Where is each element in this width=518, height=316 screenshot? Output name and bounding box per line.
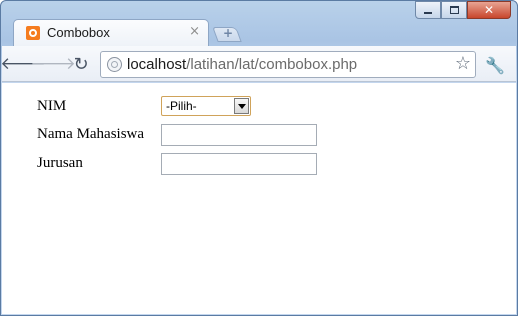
jurusan-row: Jurusan bbox=[37, 153, 337, 175]
forward-arrow-icon: 🡒 bbox=[30, 54, 76, 74]
tab-close-icon[interactable]: × bbox=[189, 24, 200, 40]
reload-button[interactable]: ↻ bbox=[70, 53, 92, 75]
close-icon: ✕ bbox=[483, 3, 495, 17]
nim-select-value: -Pilih- bbox=[166, 99, 197, 113]
minimize-icon bbox=[424, 12, 432, 14]
nim-select[interactable]: -Pilih- bbox=[161, 96, 251, 116]
window-controls: ✕ bbox=[415, 1, 511, 21]
plus-icon: + bbox=[222, 26, 234, 40]
browser-window: Combobox × + ✕ 🡐 🡒 ↻ localhost/latihan/l… bbox=[0, 0, 518, 316]
close-window-button[interactable]: ✕ bbox=[467, 1, 511, 19]
tab-combobox[interactable]: Combobox × bbox=[13, 19, 209, 47]
xampp-favicon-icon bbox=[26, 26, 40, 40]
dropdown-button[interactable] bbox=[234, 98, 249, 114]
minimize-button[interactable] bbox=[415, 1, 441, 19]
jurusan-label: Jurusan bbox=[37, 155, 83, 171]
tab-title: Combobox bbox=[47, 25, 110, 40]
address-bar[interactable]: localhost/latihan/lat/combobox.php ☆ bbox=[100, 51, 476, 78]
nama-input[interactable] bbox=[161, 124, 317, 146]
reload-icon: ↻ bbox=[73, 53, 89, 75]
wrench-icon: 🔧 bbox=[485, 55, 505, 75]
nama-row: Nama Mahasiswa bbox=[37, 124, 337, 146]
title-bar: Combobox × + ✕ bbox=[1, 1, 517, 47]
nim-row: NIM -Pilih- bbox=[37, 96, 337, 118]
browser-toolbar: 🡐 🡒 ↻ localhost/latihan/lat/combobox.php… bbox=[0, 46, 516, 82]
star-icon[interactable]: ☆ bbox=[455, 54, 471, 74]
url-text[interactable]: localhost/latihan/lat/combobox.php bbox=[127, 56, 357, 73]
nama-label: Nama Mahasiswa bbox=[37, 126, 145, 142]
url-host: localhost bbox=[127, 56, 187, 73]
wrench-menu-button[interactable]: 🔧 bbox=[484, 54, 506, 76]
page-content: NIM -Pilih- Nama Mahasiswa Jurusan bbox=[2, 83, 516, 314]
nim-label: NIM bbox=[37, 98, 67, 114]
forward-button[interactable]: 🡒 bbox=[30, 53, 76, 75]
maximize-button[interactable] bbox=[441, 1, 467, 19]
url-path: /latihan/lat/combobox.php bbox=[186, 56, 358, 73]
page-icon bbox=[107, 57, 122, 72]
maximize-icon bbox=[449, 6, 459, 14]
chevron-down-icon bbox=[237, 103, 246, 109]
jurusan-input[interactable] bbox=[161, 153, 317, 175]
